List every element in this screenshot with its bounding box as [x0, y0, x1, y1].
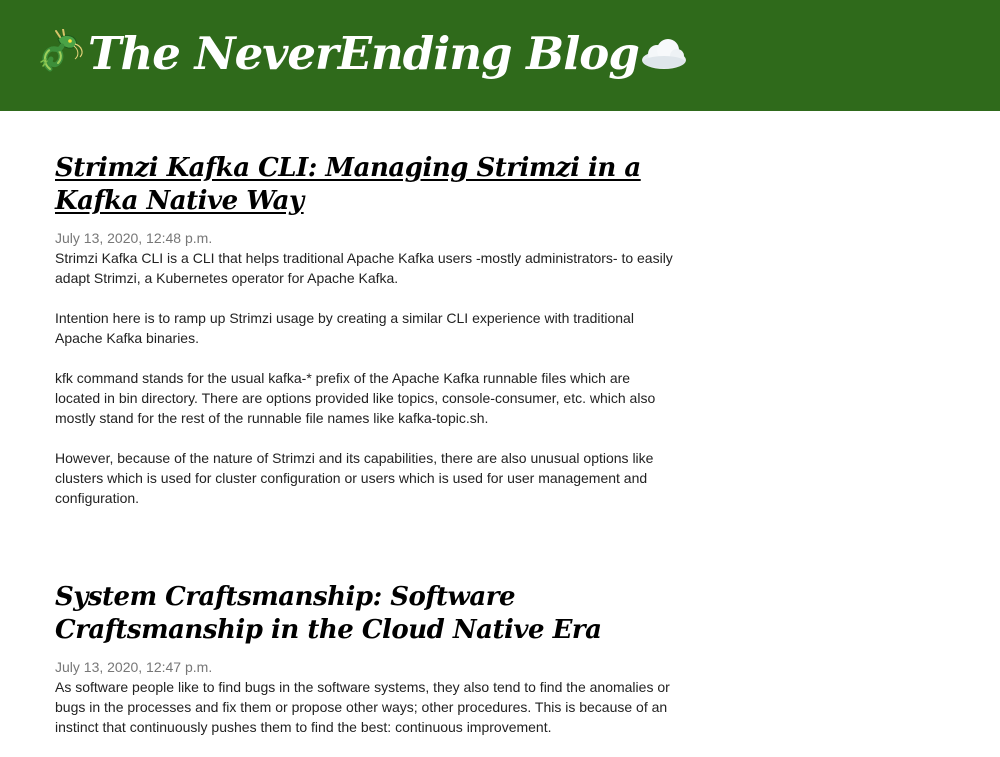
post-title: System Craftsmanship: Software Craftsman…	[55, 581, 675, 647]
post-title: Strimzi Kafka CLI: Managing Strimzi in a…	[55, 152, 675, 218]
dragon-icon	[38, 28, 88, 79]
site-title: The NeverEnding Blog	[88, 27, 640, 80]
post-body: As software people like to find bugs in …	[55, 677, 675, 737]
post-item: Strimzi Kafka CLI: Managing Strimzi in a…	[55, 111, 675, 508]
post-paragraph: kfk command stands for the usual kafka-*…	[55, 370, 656, 426]
site-brand-link[interactable]: The NeverEnding Blog	[38, 26, 689, 82]
post-paragraph: As software people like to find bugs in …	[55, 679, 670, 735]
site-header: The NeverEnding Blog	[0, 0, 1000, 111]
post-paragraph: However, because of the nature of Strimz…	[55, 450, 654, 506]
post-title-link[interactable]: System Craftsmanship: Software Craftsman…	[55, 582, 602, 645]
post-item: System Craftsmanship: Software Craftsman…	[55, 528, 675, 737]
post-date: July 13, 2020, 12:48 p.m.	[55, 230, 213, 246]
post-title-link[interactable]: Strimzi Kafka CLI: Managing Strimzi in a…	[55, 153, 641, 216]
post-paragraph: Strimzi Kafka CLI is a CLI that helps tr…	[55, 250, 673, 286]
post-paragraph: Intention here is to ramp up Strimzi usa…	[55, 310, 634, 346]
post-list: Strimzi Kafka CLI: Managing Strimzi in a…	[55, 111, 675, 757]
post-body: Strimzi Kafka CLI is a CLI that helps tr…	[55, 248, 675, 508]
cloud-icon	[639, 36, 689, 72]
post-date: July 13, 2020, 12:47 p.m.	[55, 659, 213, 675]
